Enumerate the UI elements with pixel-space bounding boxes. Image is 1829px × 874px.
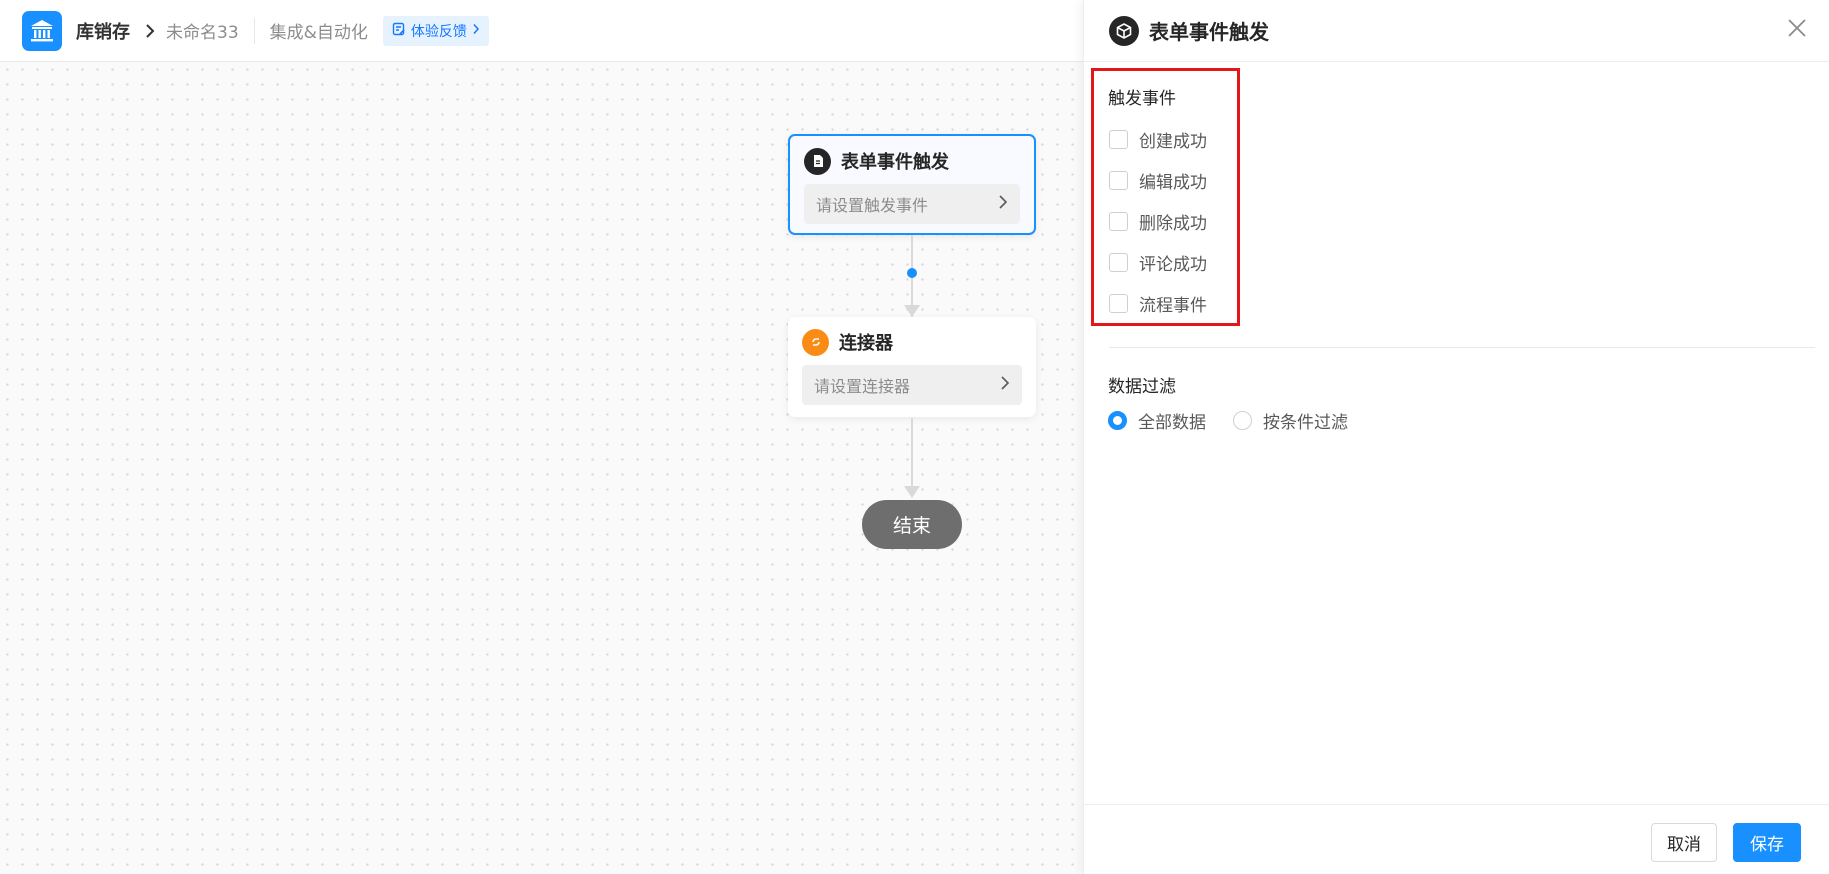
checkbox-label[interactable]: 评论成功 xyxy=(1139,250,1207,275)
feedback-icon xyxy=(392,22,406,40)
module-title: 集成&自动化 xyxy=(269,23,368,43)
checkbox-label[interactable]: 流程事件 xyxy=(1139,291,1207,316)
connector-node-setting[interactable]: 请设置连接器 xyxy=(802,365,1022,405)
end-node[interactable]: 结束 xyxy=(862,500,962,549)
trigger-event-checkbox[interactable]: 编辑成功 xyxy=(1109,168,1207,193)
filter-option-radio[interactable]: 按条件过滤 xyxy=(1233,408,1348,433)
cancel-button[interactable]: 取消 xyxy=(1651,823,1717,862)
arrow-down-icon xyxy=(904,305,920,317)
arrow-down-icon xyxy=(904,486,920,498)
trigger-event-checkbox[interactable]: 流程事件 xyxy=(1109,291,1207,316)
feedback-label: 体验反馈 xyxy=(410,23,467,40)
radio-label[interactable]: 按条件过滤 xyxy=(1263,408,1348,433)
checkbox[interactable] xyxy=(1109,294,1128,313)
connector-node-placeholder: 请设置连接器 xyxy=(814,377,911,396)
app-name[interactable]: 库销存 xyxy=(76,18,130,44)
checkbox-label[interactable]: 编辑成功 xyxy=(1139,168,1207,193)
data-filter-label: 数据过滤 xyxy=(1108,377,1176,397)
panel-footer: 取消 保存 xyxy=(1084,804,1829,874)
connector-line xyxy=(911,418,913,488)
trigger-node[interactable]: 表单事件触发 请设置触发事件 xyxy=(788,134,1036,235)
divider xyxy=(1109,347,1815,348)
trigger-event-checkbox[interactable]: 删除成功 xyxy=(1109,209,1207,234)
save-button[interactable]: 保存 xyxy=(1733,823,1801,862)
chevron-right-icon xyxy=(998,194,1008,214)
breadcrumb-item[interactable]: 未命名33 xyxy=(166,18,239,43)
chevron-right-icon xyxy=(144,23,156,39)
chevron-right-icon xyxy=(472,23,480,39)
checkbox-label[interactable]: 删除成功 xyxy=(1139,209,1207,234)
trigger-event-checkbox[interactable]: 评论成功 xyxy=(1109,250,1207,275)
divider xyxy=(253,17,255,44)
bank-icon[interactable] xyxy=(22,10,62,51)
panel-title: 表单事件触发 xyxy=(1149,20,1269,44)
panel-header: 表单事件触发 xyxy=(1084,0,1829,62)
checkbox-label[interactable]: 创建成功 xyxy=(1139,127,1207,152)
trigger-event-checkbox[interactable]: 创建成功 xyxy=(1109,127,1207,152)
trigger-events-label: 触发事件 xyxy=(1108,89,1176,109)
feedback-button[interactable]: 体验反馈 xyxy=(382,15,489,46)
radio-button[interactable] xyxy=(1108,411,1127,430)
connector-icon xyxy=(802,328,829,356)
close-icon[interactable] xyxy=(1785,16,1809,40)
trigger-node-placeholder: 请设置触发事件 xyxy=(816,196,929,215)
trigger-node-setting[interactable]: 请设置触发事件 xyxy=(804,184,1020,224)
connector-node[interactable]: 连接器 请设置连接器 xyxy=(788,317,1036,417)
trigger-config-panel: 表单事件触发 触发事件 创建成功 编辑成功 删除成功 评论成功 流程事件 数据过… xyxy=(1083,0,1829,874)
document-icon xyxy=(804,147,831,175)
radio-button[interactable] xyxy=(1233,411,1252,430)
checkbox[interactable] xyxy=(1109,171,1128,190)
trigger-node-title: 表单事件触发 xyxy=(841,152,949,173)
cube-icon xyxy=(1109,15,1139,46)
connector-node-title: 连接器 xyxy=(839,333,893,354)
add-node-dot[interactable] xyxy=(907,268,917,278)
chevron-right-icon xyxy=(1000,375,1010,395)
checkbox[interactable] xyxy=(1109,212,1128,231)
checkbox[interactable] xyxy=(1109,253,1128,272)
checkbox[interactable] xyxy=(1109,130,1128,149)
radio-label[interactable]: 全部数据 xyxy=(1138,408,1206,433)
top-bar: 库销存 未命名33 集成&自动化 体验反馈 xyxy=(0,0,1083,62)
filter-option-radio[interactable]: 全部数据 xyxy=(1108,408,1206,433)
